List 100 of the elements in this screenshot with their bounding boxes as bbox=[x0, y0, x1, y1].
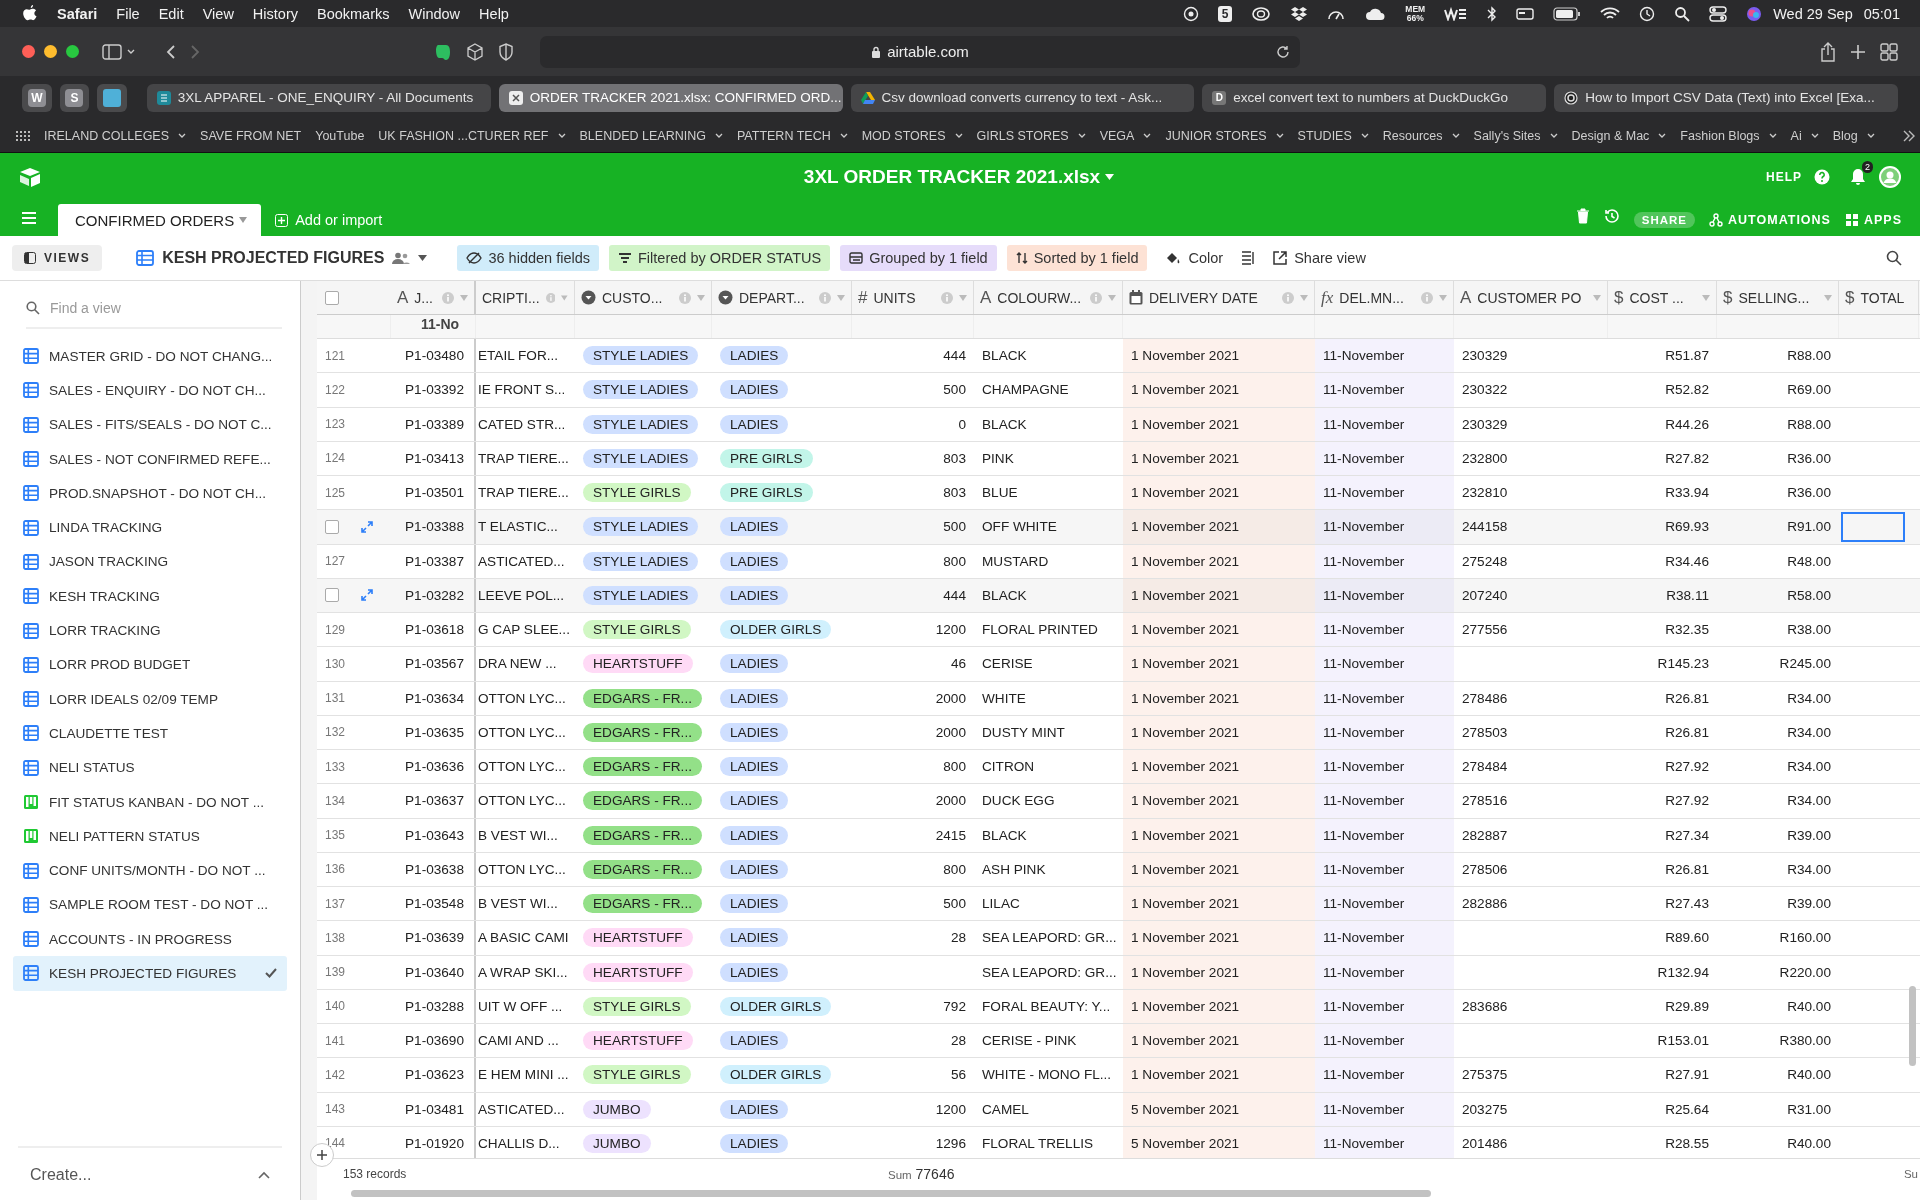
expand-icon[interactable] bbox=[361, 589, 373, 602]
horizontal-scrollbar[interactable] bbox=[351, 1190, 1431, 1197]
apple-logo-icon[interactable] bbox=[22, 4, 38, 23]
search-icon[interactable] bbox=[1886, 250, 1902, 266]
sidebar-item[interactable]: JASON TRACKING bbox=[13, 544, 287, 580]
view-setting-chip[interactable]: Filtered by ORDER STATUS bbox=[609, 245, 831, 271]
share-icon[interactable] bbox=[1820, 41, 1836, 62]
menu-date[interactable]: Wed 29 Sep bbox=[1773, 5, 1853, 22]
back-icon[interactable] bbox=[166, 43, 176, 60]
menu-item[interactable]: Window bbox=[408, 5, 461, 22]
search-icon[interactable] bbox=[1674, 5, 1691, 22]
close-window-icon[interactable] bbox=[22, 45, 35, 58]
wave-icon[interactable] bbox=[1444, 6, 1469, 21]
sidebar-item[interactable]: KESH TRACKING bbox=[13, 579, 287, 614]
color-button[interactable]: Color bbox=[1165, 250, 1224, 266]
bookmark-item[interactable]: Blog bbox=[1832, 128, 1875, 143]
sidebar-item[interactable]: LORR PROD BUDGET bbox=[13, 647, 287, 682]
find-view-field[interactable]: Find a view bbox=[48, 299, 252, 317]
clock-icon[interactable] bbox=[1639, 5, 1656, 22]
bookmark-item[interactable]: GIRLS STORES bbox=[976, 128, 1086, 143]
bookmark-item[interactable]: Fashion Blogs bbox=[1680, 128, 1777, 143]
menu-item[interactable]: Help bbox=[479, 5, 509, 22]
tab-overview-icon[interactable] bbox=[1880, 42, 1898, 61]
bookmark-item[interactable]: UK FASHION ...CTURER REF bbox=[378, 128, 566, 143]
menu-item[interactable]: View bbox=[202, 5, 234, 22]
column-header[interactable]: A CUSTOMER PO bbox=[1454, 281, 1608, 314]
expand-icon[interactable] bbox=[361, 520, 373, 533]
bookmark-item[interactable]: Design & Mac bbox=[1571, 128, 1667, 143]
grid-icon[interactable] bbox=[16, 130, 30, 141]
column-header[interactable]: $ TOTAL bbox=[1839, 281, 1919, 314]
column-header[interactable]: $ COST ... bbox=[1608, 281, 1717, 314]
zoom-window-icon[interactable] bbox=[66, 45, 79, 58]
table-tab[interactable]: CONFIRMED ORDERS bbox=[58, 204, 262, 236]
avatar-icon[interactable] bbox=[1878, 164, 1902, 189]
selected-cell[interactable] bbox=[1841, 511, 1905, 542]
card-icon[interactable] bbox=[1516, 6, 1535, 21]
bluetooth-icon[interactable] bbox=[1487, 5, 1498, 22]
menu-item[interactable]: Bookmarks bbox=[317, 5, 390, 22]
battery-icon[interactable] bbox=[1553, 6, 1582, 21]
menu-time[interactable]: 05:01 bbox=[1863, 5, 1900, 22]
sidebar-item[interactable]: SALES - NOT CONFIRMED REFE... bbox=[13, 441, 287, 477]
sidebar-item[interactable]: NELI PATTERN STATUS bbox=[13, 819, 287, 854]
shield-icon[interactable] bbox=[498, 42, 514, 61]
views-button[interactable]: VIEWS bbox=[12, 245, 103, 271]
trash-icon[interactable] bbox=[1575, 208, 1590, 224]
sidebar-item[interactable]: ACCOUNTS - IN PROGRESS bbox=[13, 922, 287, 957]
reload-icon[interactable] bbox=[1276, 44, 1290, 59]
view-setting-chip[interactable]: Grouped by 1 field bbox=[840, 245, 997, 271]
menu-item[interactable]: Edit bbox=[158, 5, 184, 22]
browser-tab[interactable]: Csv download converts currency to text - Ask... bbox=[850, 83, 1195, 112]
column-header[interactable]: $ SELLING... bbox=[1717, 281, 1839, 314]
sidebar-item[interactable]: LORR IDEALS 02/09 TEMP bbox=[13, 681, 287, 717]
bookmark-item[interactable]: IRELAND COLLEGES bbox=[44, 128, 187, 143]
menu-app-name[interactable]: Safari bbox=[57, 5, 98, 22]
bookmark-item[interactable]: Sally's Sites bbox=[1473, 128, 1558, 143]
view-switcher[interactable]: KESH PROJECTED FIGURES bbox=[136, 249, 428, 267]
sidebar-item[interactable]: PROD.SNAPSHOT - DO NOT CH... bbox=[13, 476, 287, 511]
sidebar-item[interactable]: FIT STATUS KANBAN - DO NOT ... bbox=[13, 784, 287, 820]
row-checkbox[interactable] bbox=[325, 519, 339, 534]
sidebar-item[interactable]: CLAUDETTE TEST bbox=[13, 716, 287, 751]
more-bookmarks-icon[interactable] bbox=[1902, 129, 1915, 142]
bookmark-item[interactable]: MOD STORES bbox=[861, 128, 963, 143]
select-all-checkbox[interactable] bbox=[325, 290, 339, 305]
browser-tab[interactable]: How to Import CSV Data (Text) into Excel [Exa... bbox=[1554, 83, 1899, 112]
bookmark-item[interactable]: Ai bbox=[1790, 128, 1819, 143]
sidebar-item[interactable]: LORR TRACKING bbox=[13, 613, 287, 648]
bookmark-item[interactable]: PATTERN TECH bbox=[736, 128, 848, 143]
browser-tab[interactable]: ORDER TRACKER 2021.xlsx: CONFIRMED ORD... bbox=[498, 83, 843, 112]
bookmark-item[interactable]: STUDIES bbox=[1297, 128, 1369, 143]
sidebar-item[interactable]: CONF UNITS/MONTH - DO NOT ... bbox=[13, 853, 287, 888]
help-icon[interactable] bbox=[1814, 168, 1830, 185]
bell-icon[interactable] bbox=[1850, 167, 1866, 186]
sidebar-item[interactable]: MASTER GRID - DO NOT CHANG... bbox=[13, 339, 287, 374]
sidebar-item[interactable]: SAMPLE ROOM TEST - DO NOT ... bbox=[13, 887, 287, 923]
row-checkbox[interactable] bbox=[325, 588, 339, 603]
address-bar[interactable]: airtable.com bbox=[540, 35, 1300, 68]
sidebar-item[interactable]: SALES - ENQUIRY - DO NOT CH... bbox=[13, 373, 287, 408]
box-extension-icon[interactable] bbox=[466, 42, 484, 61]
sidebar-item[interactable]: NELI STATUS bbox=[13, 750, 287, 785]
menu-icon[interactable] bbox=[22, 212, 36, 224]
sidebar-item[interactable]: SALES - FITS/SEALS - DO NOT C... bbox=[13, 407, 287, 442]
bookmark-item[interactable]: BLENDED LEARNING bbox=[579, 128, 723, 143]
minimize-window-icon[interactable] bbox=[44, 45, 57, 58]
view-setting-chip[interactable]: Sorted by 1 field bbox=[1006, 245, 1148, 271]
control-center-icon[interactable] bbox=[1709, 5, 1728, 22]
memory-indicator[interactable]: MEM 66% bbox=[1405, 4, 1426, 23]
bookmark-item[interactable]: Resources bbox=[1382, 128, 1460, 143]
cube-logo-icon[interactable] bbox=[18, 166, 42, 187]
browser-tab[interactable]: D excel convert text to numbers at DuckDuckGo bbox=[1202, 83, 1547, 112]
view-setting-chip[interactable]: 36 hidden fields bbox=[457, 245, 599, 271]
menu-item[interactable]: File bbox=[116, 5, 140, 22]
bookmark-item[interactable]: VEGA bbox=[1099, 128, 1152, 143]
sidebar-item[interactable]: KESH PROJECTED FIGURES bbox=[13, 956, 287, 991]
bookmark-item[interactable]: JUNIOR STORES bbox=[1165, 128, 1284, 143]
siri-icon[interactable] bbox=[1746, 5, 1763, 22]
dropbox-icon[interactable] bbox=[1290, 5, 1309, 22]
browser-tab[interactable]: 3XL APPAREL - ONE_ENQUIRY - All Documents bbox=[146, 83, 491, 112]
circle-icon[interactable] bbox=[1182, 5, 1199, 22]
row-height-icon[interactable] bbox=[1241, 251, 1256, 265]
share-view-button[interactable]: Share view bbox=[1273, 250, 1366, 266]
